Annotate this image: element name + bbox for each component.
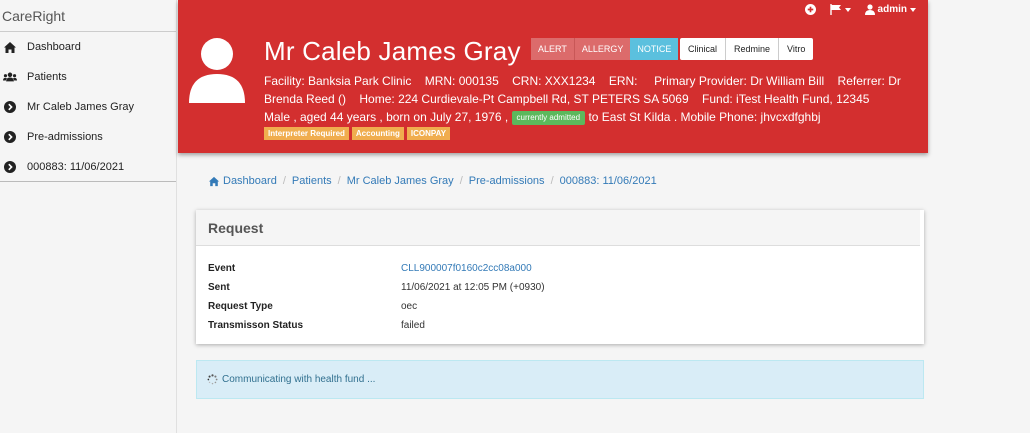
flag-menu-button[interactable] [829,4,851,15]
detail-label: Sent [208,282,230,293]
event-link[interactable]: CLL900007f0160c2cc08a000 [401,259,532,278]
demographics: Male , aged 44 years , born on July 27, … [264,110,509,124]
detail-label: Event [208,263,236,274]
mrn: MRN: 000135 [424,74,499,88]
sidebar-item-label: Pre-admissions [27,131,103,143]
primary-provider: Primary Provider: Dr William Bill [654,74,825,88]
home-address: Home: 224 Curdievale-Pt Campbell Rd, ST … [359,92,689,106]
users-icon [3,70,17,84]
tag-iconpay: ICONPAY [406,127,451,140]
request-details: Event CLL900007f0160c2cc08a000 Sent 11/0… [196,246,924,335]
chevron-circle-icon [3,160,17,174]
sidebar-item-admission[interactable]: 000883: 11/06/2021 [0,152,176,182]
breadcrumb-separator: / [459,175,463,187]
breadcrumb-separator: / [337,175,341,187]
breadcrumb-patients[interactable]: Patients [292,175,332,187]
flag-icon [829,4,841,15]
notice-badge[interactable]: NOTICE [630,38,679,60]
add-button[interactable] [804,4,816,15]
patient-name: Mr Caleb James Gray [264,36,521,66]
home-icon [3,40,17,54]
alert-badge[interactable]: ALERT [531,38,574,60]
detail-label: Request Type [208,301,273,312]
status-message: Communicating with health fund ... [222,374,376,385]
location-phone: to East St Kilda . Mobile Phone: jhvcxdf… [588,110,821,124]
spinner-icon [207,374,218,385]
user-menu-button[interactable]: admin [864,4,916,15]
tag-accounting: Accounting [351,127,404,140]
alert-badges: ALERT ALLERGY NOTICE [531,38,679,60]
tab-redmine[interactable]: Redmine [725,38,778,60]
patient-tags: Interpreter Required Accounting ICONPAY [264,127,451,140]
sidebar-item-label: Dashboard [27,41,81,53]
detail-value: failed [401,320,425,331]
chevron-circle-icon [3,100,17,114]
sidebar-item-label: Mr Caleb James Gray [27,101,134,113]
breadcrumb-separator: / [550,175,554,187]
caret-down-icon [910,7,916,12]
user-name: admin [877,4,907,15]
caret-down-icon [844,7,851,12]
user-icon [864,4,875,15]
sidebar-item-pre-admissions[interactable]: Pre-admissions [0,122,176,152]
ern: ERN: [608,74,638,88]
detail-label: Transmisson Status [208,320,304,331]
tab-vitro[interactable]: Vitro [778,38,813,60]
sidebar-item-patients[interactable]: Patients [0,62,176,92]
patient-avatar-icon [189,37,245,103]
detail-row: Sent 11/06/2021 at 12:05 PM (+0930) [208,278,924,297]
sidebar-item-patient[interactable]: Mr Caleb James Gray [0,92,176,122]
breadcrumb-dashboard[interactable]: Dashboard [223,175,277,187]
breadcrumb-separator: / [282,175,286,187]
sidebar: CareRight Dashboard Patients Mr Caleb Ja… [0,0,177,433]
tag-interpreter: Interpreter Required [264,127,349,140]
facility: Facility: Banksia Park Clinic [264,74,412,88]
breadcrumb-pre-admissions[interactable]: Pre-admissions [469,175,545,187]
health-fund: Fund: iTest Health Fund, 12345 [702,92,870,106]
sidebar-item-dashboard[interactable]: Dashboard [0,32,176,62]
brand-title: CareRight [0,0,176,32]
admitted-badge: currently admitted [511,110,586,125]
detail-row: Request Type oec [208,297,924,316]
detail-row: Transmisson Status failed [208,316,924,335]
patient-info: Facility: Banksia Park Clinic MRN: 00013… [264,72,928,126]
crn: CRN: XXX1234 [512,74,596,88]
home-icon [208,176,220,186]
status-alert: Communicating with health fund ... [196,360,924,399]
detail-value: oec [401,301,418,312]
top-toolbar: admin [804,4,916,15]
request-panel: Request Event CLL900007f0160c2cc08a000 S… [196,210,924,344]
integration-tabs: Clinical Redmine Vitro [680,38,814,60]
detail-row: Event CLL900007f0160c2cc08a000 [208,259,924,278]
detail-value: 11/06/2021 at 12:05 PM (+0930) [401,282,545,293]
tab-clinical[interactable]: Clinical [680,38,725,60]
patient-header: admin Mr Caleb James Gray ALERT ALLERGY … [178,0,928,153]
plus-circle-icon [804,4,816,15]
allergy-badge[interactable]: ALLERGY [573,38,631,60]
breadcrumb: Dashboard / Patients / Mr Caleb James Gr… [208,175,657,187]
sidebar-item-label: 000883: 11/06/2021 [27,160,125,173]
breadcrumb-admission[interactable]: 000883: 11/06/2021 [560,175,657,187]
breadcrumb-patient[interactable]: Mr Caleb James Gray [347,175,454,187]
panel-title: Request [196,210,920,246]
chevron-circle-icon [3,130,17,144]
sidebar-item-label: Patients [27,71,67,83]
